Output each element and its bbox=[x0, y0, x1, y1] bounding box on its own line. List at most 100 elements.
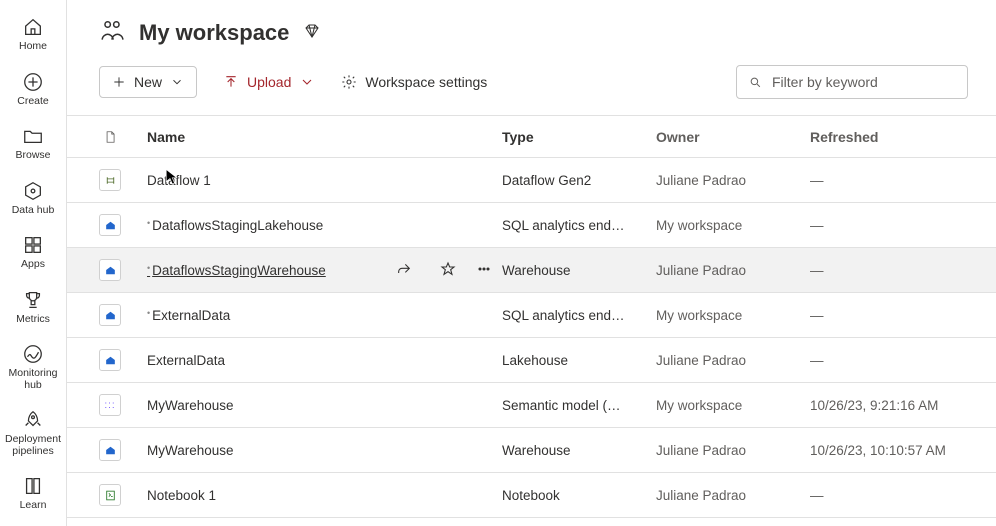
workspace-header: My workspace bbox=[67, 0, 996, 57]
item-name[interactable]: MyWarehouse bbox=[137, 443, 378, 458]
item-name[interactable]: •ExternalData bbox=[137, 308, 378, 323]
file-icon bbox=[103, 130, 117, 144]
item-type: SQL analytics end… bbox=[502, 308, 656, 323]
item-refreshed: — bbox=[810, 173, 980, 188]
item-type: Warehouse bbox=[502, 263, 656, 278]
nav-apps[interactable]: Apps bbox=[1, 228, 65, 279]
item-owner: Juliane Padrao bbox=[656, 443, 810, 458]
nav-home[interactable]: Home bbox=[1, 10, 65, 61]
table-row[interactable]: :::MyWarehouse Semantic model (…My worksp… bbox=[67, 383, 996, 428]
item-type-icon bbox=[83, 439, 137, 461]
upload-label: Upload bbox=[247, 74, 291, 90]
nav-datahub[interactable]: Data hub bbox=[1, 174, 65, 225]
item-type-icon bbox=[83, 484, 137, 506]
new-button-label: New bbox=[134, 74, 162, 90]
more-icon[interactable] bbox=[476, 261, 492, 277]
nav-label: Create bbox=[17, 96, 49, 108]
table-row[interactable]: •ExternalData SQL analytics end…My worksp… bbox=[67, 293, 996, 338]
premium-diamond-icon bbox=[303, 22, 321, 43]
nav-label: Learn bbox=[20, 500, 47, 512]
item-type-icon bbox=[83, 259, 137, 281]
item-refreshed: — bbox=[810, 218, 980, 233]
nav-label: Data hub bbox=[12, 205, 55, 217]
home-icon bbox=[22, 16, 44, 38]
item-type: Semantic model (… bbox=[502, 398, 656, 413]
plus-circle-icon bbox=[22, 71, 44, 93]
item-type-icon bbox=[83, 169, 137, 191]
item-owner: Juliane Padrao bbox=[656, 353, 810, 368]
workspace-title: My workspace bbox=[139, 20, 289, 46]
item-refreshed: 10/26/23, 10:10:57 AM bbox=[810, 443, 980, 458]
search-box[interactable] bbox=[736, 65, 968, 99]
share-icon[interactable] bbox=[396, 261, 412, 277]
table-row[interactable]: ExternalDataLakehouseJuliane Padrao— bbox=[67, 338, 996, 383]
nav-monitoring[interactable]: Monitoring hub bbox=[1, 337, 65, 399]
header-refreshed[interactable]: Refreshed bbox=[810, 129, 980, 145]
table-row[interactable]: MyWarehouse WarehouseJuliane Padrao10/26/… bbox=[67, 428, 996, 473]
nav-label: Home bbox=[19, 41, 47, 53]
item-name[interactable]: •DataflowsStagingWarehouse bbox=[137, 263, 378, 278]
nav-browse[interactable]: Browse bbox=[1, 119, 65, 170]
item-type-icon bbox=[83, 214, 137, 236]
header-icon-col bbox=[83, 130, 137, 144]
hex-icon bbox=[22, 180, 44, 202]
star-icon[interactable] bbox=[440, 261, 456, 277]
table-row[interactable]: •DataflowsStagingLakehouse SQL analytics … bbox=[67, 203, 996, 248]
plus-icon bbox=[112, 75, 126, 89]
header-name[interactable]: Name bbox=[137, 129, 378, 145]
apps-icon bbox=[22, 234, 44, 256]
main-panel: My workspace New Upload Workspace settin… bbox=[67, 0, 996, 526]
monitor-icon bbox=[22, 343, 44, 365]
item-name[interactable]: Dataflow 1 bbox=[137, 173, 378, 188]
new-button[interactable]: New bbox=[99, 66, 197, 98]
table-row[interactable]: •DataflowsStagingWarehouse WarehouseJulia… bbox=[67, 248, 996, 293]
item-name[interactable]: Notebook 1 bbox=[137, 488, 378, 503]
table-row[interactable]: Notebook 1 NotebookJuliane Padrao— bbox=[67, 473, 996, 518]
workspace-icon bbox=[99, 18, 125, 47]
search-icon bbox=[749, 75, 762, 90]
toolbar: New Upload Workspace settings bbox=[67, 57, 996, 116]
item-type-icon: ::: bbox=[83, 394, 137, 416]
table-row[interactable]: Dataflow 1Dataflow Gen2Juliane Padrao— bbox=[67, 158, 996, 203]
settings-label: Workspace settings bbox=[365, 74, 487, 90]
gear-icon bbox=[341, 74, 357, 90]
left-nav: Home Create Browse Data hub Apps Metrics Monit… bbox=[0, 0, 67, 526]
nav-create[interactable]: Create bbox=[1, 65, 65, 116]
item-owner: Juliane Padrao bbox=[656, 263, 810, 278]
item-owner: My workspace bbox=[656, 308, 810, 323]
item-type-icon bbox=[83, 349, 137, 371]
item-owner: Juliane Padrao bbox=[656, 173, 810, 188]
rocket-icon bbox=[22, 409, 44, 431]
book-icon bbox=[22, 475, 44, 497]
item-refreshed: 10/26/23, 9:21:16 AM bbox=[810, 398, 980, 413]
item-refreshed: — bbox=[810, 488, 980, 503]
table-header-row: Name Type Owner Refreshed bbox=[67, 116, 996, 158]
item-type: Warehouse bbox=[502, 443, 656, 458]
nav-label: Browse bbox=[15, 150, 50, 162]
nav-metrics[interactable]: Metrics bbox=[1, 283, 65, 334]
nav-deploy[interactable]: Deployment pipelines bbox=[1, 403, 65, 465]
item-name[interactable]: •DataflowsStagingLakehouse bbox=[137, 218, 378, 233]
header-owner[interactable]: Owner bbox=[656, 129, 810, 145]
item-list: Name Type Owner Refreshed Dataflow 1Data… bbox=[67, 116, 996, 526]
item-name[interactable]: MyWarehouse bbox=[137, 398, 378, 413]
nav-label: Apps bbox=[21, 259, 45, 271]
chevron-down-icon bbox=[299, 74, 315, 90]
workspace-settings-button[interactable]: Workspace settings bbox=[341, 74, 487, 90]
search-input[interactable] bbox=[770, 73, 955, 91]
item-owner: My workspace bbox=[656, 218, 810, 233]
item-owner: My workspace bbox=[656, 398, 810, 413]
item-type: Notebook bbox=[502, 488, 656, 503]
nav-label: Monitoring hub bbox=[1, 368, 65, 391]
folder-icon bbox=[22, 125, 44, 147]
item-refreshed: — bbox=[810, 308, 980, 323]
chevron-down-icon bbox=[170, 75, 184, 89]
item-type: SQL analytics end… bbox=[502, 218, 656, 233]
item-type-icon bbox=[83, 304, 137, 326]
header-type[interactable]: Type bbox=[502, 129, 656, 145]
item-name[interactable]: ExternalData bbox=[137, 353, 378, 368]
upload-icon bbox=[223, 74, 239, 90]
upload-button[interactable]: Upload bbox=[223, 74, 315, 90]
item-owner: Juliane Padrao bbox=[656, 488, 810, 503]
nav-learn[interactable]: Learn bbox=[1, 469, 65, 520]
